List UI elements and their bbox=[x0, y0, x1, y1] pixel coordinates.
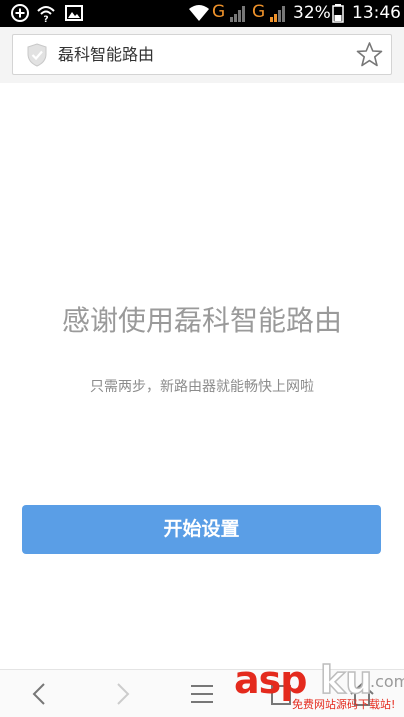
wifi-question-icon: ? bbox=[37, 6, 55, 23]
watermark-tagline: 免费网站源码下载站! bbox=[292, 698, 396, 711]
watermark: asp ku .com 免费网站源码下载站! bbox=[232, 657, 404, 717]
back-arrow-icon[interactable] bbox=[24, 678, 56, 710]
welcome-headline: 感谢使用磊科智能路由 bbox=[61, 304, 342, 337]
start-setup-button[interactable]: 开始设置 bbox=[22, 505, 381, 554]
welcome-subtitle: 只需两步，新路由器就能畅快上网啦 bbox=[90, 379, 314, 395]
page-title: 磊科智能路由 bbox=[58, 45, 155, 64]
forward-arrow-icon[interactable] bbox=[106, 678, 138, 710]
status-bar: ? G G 32% 13:46 bbox=[0, 0, 404, 27]
network-type-2: G bbox=[252, 2, 266, 22]
watermark-domain: .com bbox=[370, 672, 404, 691]
clock: 13:46 bbox=[352, 3, 401, 23]
signal-icon-2 bbox=[270, 6, 285, 22]
star-outline-icon[interactable] bbox=[356, 41, 383, 68]
address-bar[interactable]: 磊科智能路由 bbox=[12, 34, 392, 75]
battery-percent: 32% bbox=[293, 3, 331, 23]
image-icon bbox=[65, 5, 83, 21]
battery-icon bbox=[332, 4, 344, 23]
signal-icon-1 bbox=[230, 6, 245, 22]
menu-icon[interactable] bbox=[186, 678, 218, 710]
screen: ? G G 32% 13:46 磊科智能路由 感谢使用磊科智能路由 只需两步，新… bbox=[0, 0, 404, 717]
browser-toolbar: 磊科智能路由 bbox=[0, 27, 404, 83]
svg-text:?: ? bbox=[43, 15, 48, 23]
shield-check-icon bbox=[27, 43, 47, 67]
watermark-brand-ku: ku bbox=[319, 657, 373, 703]
add-circle-icon bbox=[11, 4, 29, 22]
network-type-1: G bbox=[212, 2, 226, 22]
watermark-brand-asp: asp bbox=[234, 658, 307, 702]
wifi-icon bbox=[189, 5, 209, 21]
